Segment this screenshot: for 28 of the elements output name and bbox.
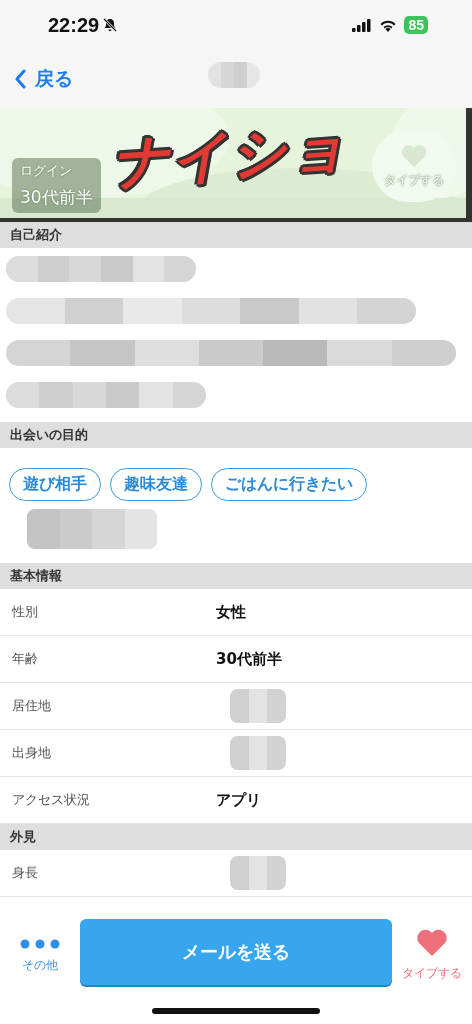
section-header: 自己紹介 <box>0 222 472 248</box>
field-label: 居住地 <box>11 697 52 715</box>
send-mail-button[interactable]: メールを送る <box>80 919 392 985</box>
like-button[interactable]: タイプする <box>392 919 472 982</box>
battery-level: 85 <box>404 16 428 34</box>
login-label: ログイン <box>20 162 73 180</box>
section-header: 出会いの目的 <box>0 422 472 448</box>
more-button[interactable]: その他 <box>0 919 80 974</box>
wifi-icon <box>379 18 398 32</box>
sticker-text: ナイショ <box>110 115 350 194</box>
field-label: アクセス状況 <box>11 791 91 809</box>
clock-time: 22:29 <box>48 13 100 37</box>
back-button[interactable]: 戻る <box>0 66 73 92</box>
age-label: 30代前半 <box>20 186 93 209</box>
field-value: 女性 <box>216 602 246 622</box>
field-label: 出身地 <box>11 744 52 762</box>
section-header: 外見 <box>0 824 472 850</box>
field-label: 年齢 <box>11 650 39 668</box>
field-label: 性別 <box>11 603 39 621</box>
field-value: アプリ <box>216 790 261 810</box>
field-value: 30代前半 <box>216 649 282 669</box>
signal-icon <box>352 18 373 32</box>
heart-icon <box>400 143 428 168</box>
field-label: 身長 <box>11 864 39 882</box>
section-header: 基本情報 <box>0 563 472 589</box>
dots-icon <box>20 939 60 949</box>
heart-icon <box>416 929 448 957</box>
chevron-left-icon <box>14 69 26 89</box>
